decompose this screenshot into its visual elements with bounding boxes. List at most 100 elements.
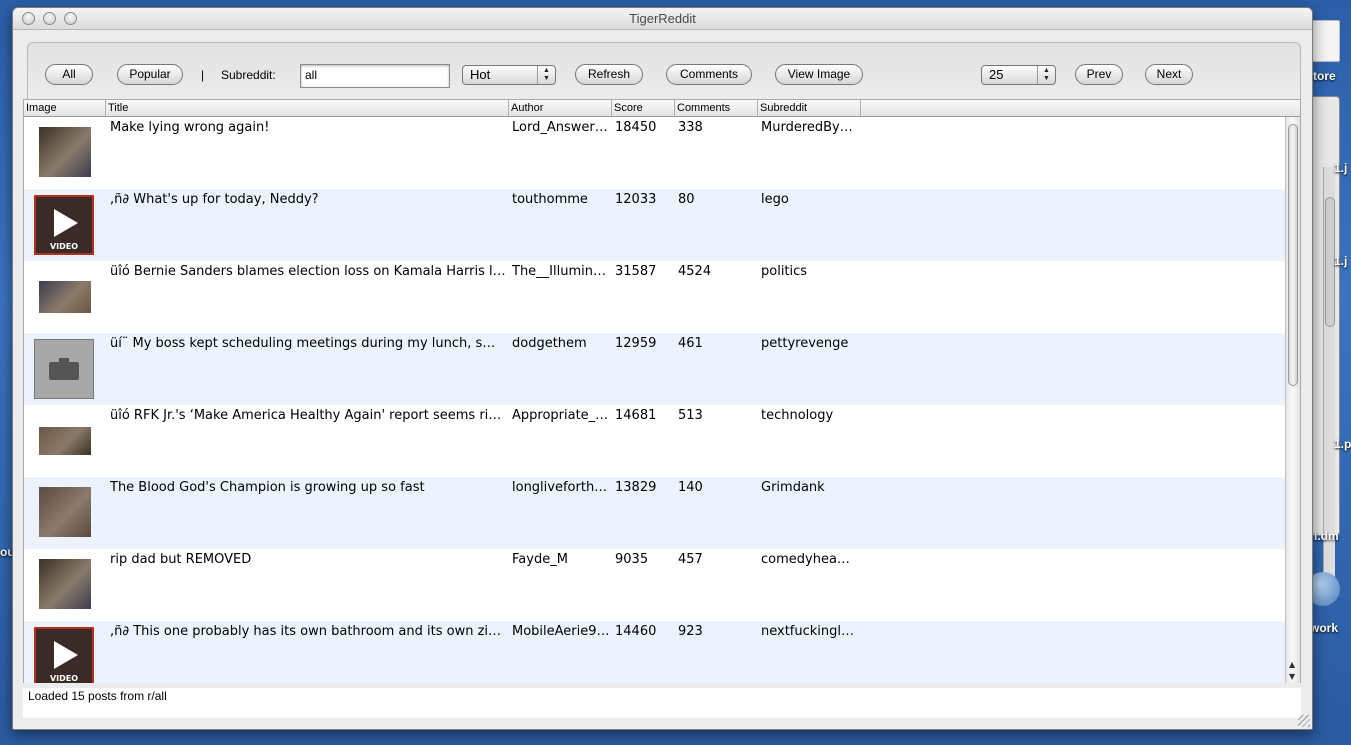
cell-comments: 457: [678, 552, 703, 567]
scroll-down-arrow-icon[interactable]: ▼: [1289, 672, 1295, 681]
video-badge: VIDEO: [49, 242, 79, 251]
column-header-comments[interactable]: Comments: [675, 100, 758, 117]
scrollbar-thumb[interactable]: [1288, 124, 1298, 386]
updown-arrows-icon: ▲ ▼: [1037, 66, 1055, 84]
toolbar-separator: |: [201, 68, 205, 82]
subreddit-label: Subreddit:: [221, 68, 276, 82]
cell-author: The__Illumin…: [512, 264, 606, 279]
cell-score: 14460: [615, 624, 657, 639]
prev-button[interactable]: Prev: [1075, 64, 1123, 85]
scroll-up-arrow-icon[interactable]: ▲: [1289, 660, 1295, 669]
cell-title: üîó RFK Jr.'s ‘Make America Healthy Agai…: [110, 408, 502, 423]
column-header-subreddit[interactable]: Subreddit: [758, 100, 861, 117]
refresh-button[interactable]: Refresh: [575, 64, 643, 85]
status-bar: Loaded 15 posts from r/all: [23, 688, 1301, 718]
cell-comments: 461: [678, 336, 703, 351]
desktop-label[interactable]: l.dm: [1314, 529, 1339, 543]
limit-select[interactable]: 25 ▲ ▼: [981, 65, 1056, 85]
cell-author: MobileAerie9…: [512, 624, 610, 639]
limit-select-value: 25: [989, 67, 1004, 82]
vertical-scrollbar[interactable]: ▲ ▼: [1285, 117, 1300, 683]
cell-subreddit: politics: [761, 264, 808, 279]
post-thumbnail-image: [39, 127, 91, 177]
cell-score: 14681: [615, 408, 657, 423]
cell-comments: 140: [678, 480, 703, 495]
cell-score: 12033: [615, 192, 657, 207]
post-thumbnail-image: [39, 427, 91, 455]
cell-score: 9035: [615, 552, 649, 567]
table-row[interactable]: VIDEO ,ñ∂ This one probably has its own b…: [24, 621, 1287, 683]
desktop-label[interactable]: tore: [1313, 69, 1336, 83]
column-header-score[interactable]: Score: [612, 100, 675, 117]
table-row[interactable]: üí¨ My boss kept scheduling meetings dur…: [24, 333, 1287, 405]
cell-subreddit: nextfuckingl…: [761, 624, 855, 639]
table-header: Image Title Author Score Comments Subred…: [24, 100, 1300, 117]
cell-author: dodgethem: [512, 336, 587, 351]
cell-subreddit: comedyheaven: [761, 552, 857, 567]
cell-title: rip dad but REMOVED: [110, 552, 252, 567]
sort-select-value: Hot: [470, 67, 491, 82]
table-row[interactable]: rip dad but REMOVED Fayde_M 9035 457 comedyh…: [24, 549, 1287, 621]
cell-comments: 338: [678, 120, 703, 135]
all-button[interactable]: All: [45, 64, 93, 85]
posts-table[interactable]: Image Title Author Score Comments Subred…: [23, 99, 1301, 683]
table-body: Make lying wrong again! Lord_Answer… 18450…: [24, 117, 1287, 683]
cell-author: touthomme: [512, 192, 588, 207]
resize-grip-icon[interactable]: [1298, 715, 1310, 727]
cell-subreddit: lego: [761, 192, 789, 207]
desktop-file-icon[interactable]: [1310, 20, 1340, 62]
cell-comments: 923: [678, 624, 703, 639]
comments-button[interactable]: Comments: [666, 64, 752, 85]
column-header-image[interactable]: Image: [24, 100, 106, 117]
background-scrollbar: [1323, 167, 1335, 587]
desktop-label[interactable]: 1.p: [1334, 437, 1351, 451]
column-header-author[interactable]: Author: [509, 100, 612, 117]
table-row[interactable]: üîó RFK Jr.'s ‘Make America Healthy Agai…: [24, 405, 1287, 477]
cell-author: Fayde_M: [512, 552, 568, 567]
cell-subreddit: MurderedBy…: [761, 120, 853, 135]
cell-author: longliveforth…: [512, 480, 608, 495]
cell-title: ,ñ∂ What's up for today, Neddy?: [110, 192, 319, 207]
cell-score: 18450: [615, 120, 657, 135]
subreddit-input[interactable]: all: [300, 64, 450, 88]
post-thumbnail-image: [39, 559, 91, 609]
cell-title: üîó Bernie Sanders blames election loss …: [110, 264, 506, 279]
cell-title: Make lying wrong again!: [110, 120, 270, 135]
post-thumbnail-image: [39, 281, 91, 313]
cell-author: Lord_Answer…: [512, 120, 608, 135]
table-row[interactable]: Make lying wrong again! Lord_Answer… 18450…: [24, 117, 1287, 189]
title-bar[interactable]: TigerReddit: [13, 8, 1312, 30]
cell-comments: 80: [678, 192, 695, 207]
desktop-label[interactable]: work: [1310, 621, 1338, 635]
cell-subreddit: pettyrevenge: [761, 336, 849, 351]
updown-arrows-icon: ▲ ▼: [537, 66, 555, 84]
cell-title: The Blood God's Champion is growing up s…: [110, 480, 425, 495]
cell-score: 12959: [615, 336, 657, 351]
placeholder-thumbnail-icon: [34, 339, 94, 399]
cell-title: üí¨ My boss kept scheduling meetings dur…: [110, 336, 496, 351]
desktop-label[interactable]: 1.j: [1334, 254, 1347, 268]
post-thumbnail-image: [39, 487, 91, 537]
cell-author: Appropriate_…: [512, 408, 609, 423]
cell-subreddit: technology: [761, 408, 834, 423]
cell-subreddit: Grimdank: [761, 480, 825, 495]
cell-score: 13829: [615, 480, 657, 495]
table-row[interactable]: VIDEO ,ñ∂ What's up for today, Neddy? tout…: [24, 189, 1287, 261]
video-badge: VIDEO: [49, 674, 79, 683]
cell-score: 31587: [615, 264, 657, 279]
sort-select[interactable]: Hot ▲ ▼: [462, 65, 556, 85]
cell-comments: 4524: [678, 264, 712, 279]
video-thumbnail-icon: VIDEO: [34, 195, 94, 255]
video-thumbnail-icon: VIDEO: [34, 627, 94, 683]
app-window: TigerReddit All Popular | Subreddit: all…: [12, 7, 1313, 730]
view-image-button[interactable]: View Image: [775, 64, 863, 85]
desktop-label[interactable]: 1.j: [1334, 161, 1347, 175]
next-button[interactable]: Next: [1145, 64, 1193, 85]
popular-button[interactable]: Popular: [117, 64, 183, 85]
cell-comments: 513: [678, 408, 703, 423]
table-row[interactable]: üîó Bernie Sanders blames election loss …: [24, 261, 1287, 333]
table-row[interactable]: The Blood God's Champion is growing up s…: [24, 477, 1287, 549]
window-title: TigerReddit: [629, 11, 696, 26]
cell-title: ,ñ∂ This one probably has its own bathro…: [110, 624, 506, 639]
column-header-title[interactable]: Title: [106, 100, 509, 117]
